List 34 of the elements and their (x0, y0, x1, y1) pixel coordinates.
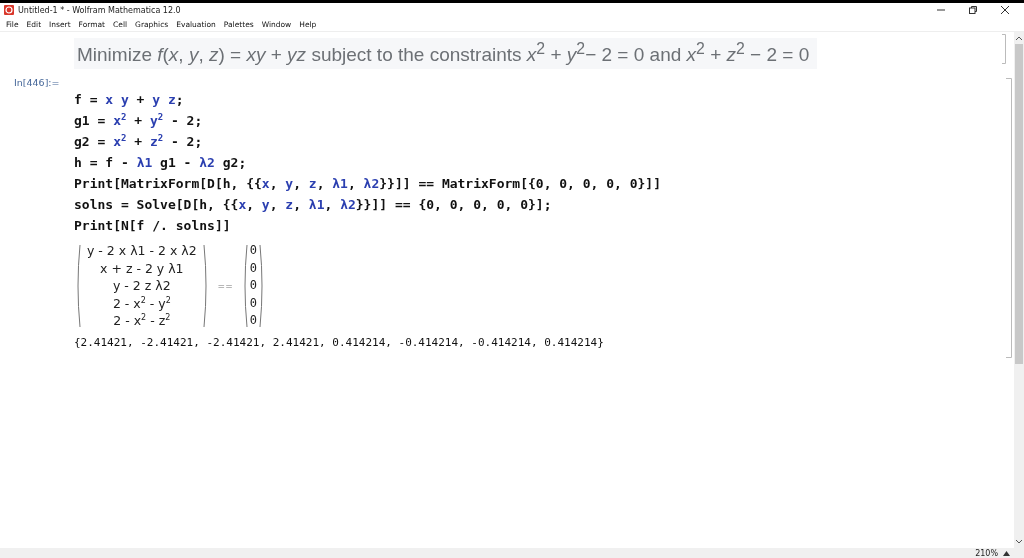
code-line: Print[MatrixForm[D[h, {{x, y, z, λ1, λ2}}]] == MatrixForm[{0, 0, 0, 0, 0}]] (74, 175, 663, 194)
code-line: g1 = x$^{2}$ + y$^{2}$ - 2; (74, 111, 204, 131)
close-icon[interactable] (1000, 5, 1010, 15)
right-parenthesis-icon (202, 244, 208, 329)
window-title: Untitled-1 * - Wolfram Mathematica 12.0 (18, 5, 181, 15)
code-line: solns = Solve[D[h, {{x, y, z, λ1, λ2}}]] == {0, 0, 0, 0, 0}]; (74, 196, 553, 215)
right-parenthesis-icon (258, 244, 264, 329)
matrix-entry: y - 2 z λ2 (111, 277, 172, 295)
input-label: In[446]:= (14, 77, 60, 88)
left-parenthesis-icon (242, 244, 248, 329)
left-parenthesis-icon (76, 244, 81, 329)
restore-icon[interactable] (968, 5, 978, 15)
matrix-entry: x + z - 2 y λ1 (99, 259, 185, 278)
code-line: f = x y + y z; (74, 91, 185, 110)
equals-sign: == (216, 281, 234, 292)
matrix-entry: 0 (249, 259, 257, 277)
code-line: h = f - λ1 g1 - λ2 g2; (74, 154, 248, 173)
code-line: Print[N[f /. solns]] (74, 217, 232, 236)
matrix-entry: 2 - x$^{2}$ - z$^{2}$ (112, 312, 172, 330)
matrix-entry: 0 (249, 277, 257, 295)
cell-bracket-icon[interactable] (1006, 78, 1012, 358)
matrix-entry: 0 (249, 294, 257, 312)
code-line: g2 = x$^{2}$ + z$^{2}$ - 2; (74, 132, 204, 152)
output-result: {2.41421, -2.41421, -2.41421, 2.41421, 0.414214, -0.414214, -0.414214, 0.414214} (74, 335, 605, 349)
text-cell: Minimize f(x, y, z) = xy + yz subject to the constraints x$^{2}$ + y$^{2}$− 2 = 0 and x$^{2}$ + z$^{2}$ − 2 = 0 (74, 38, 818, 70)
scroll-down-icon[interactable] (1015, 539, 1023, 545)
matrix-entry: 0 (249, 242, 257, 260)
matrix-entry: 2 - x$^{2}$ - y$^{2}$ (111, 294, 172, 313)
matrix-entry: 0 (249, 312, 257, 330)
caret-icon[interactable] (1003, 550, 1010, 556)
cell-bracket-icon[interactable] (1002, 34, 1006, 64)
scroll-up-icon[interactable] (1015, 35, 1023, 41)
matrix-entry: y - 2 x λ1 - 2 x λ2 (86, 242, 198, 260)
zoom-level[interactable]: 210% (975, 548, 998, 558)
